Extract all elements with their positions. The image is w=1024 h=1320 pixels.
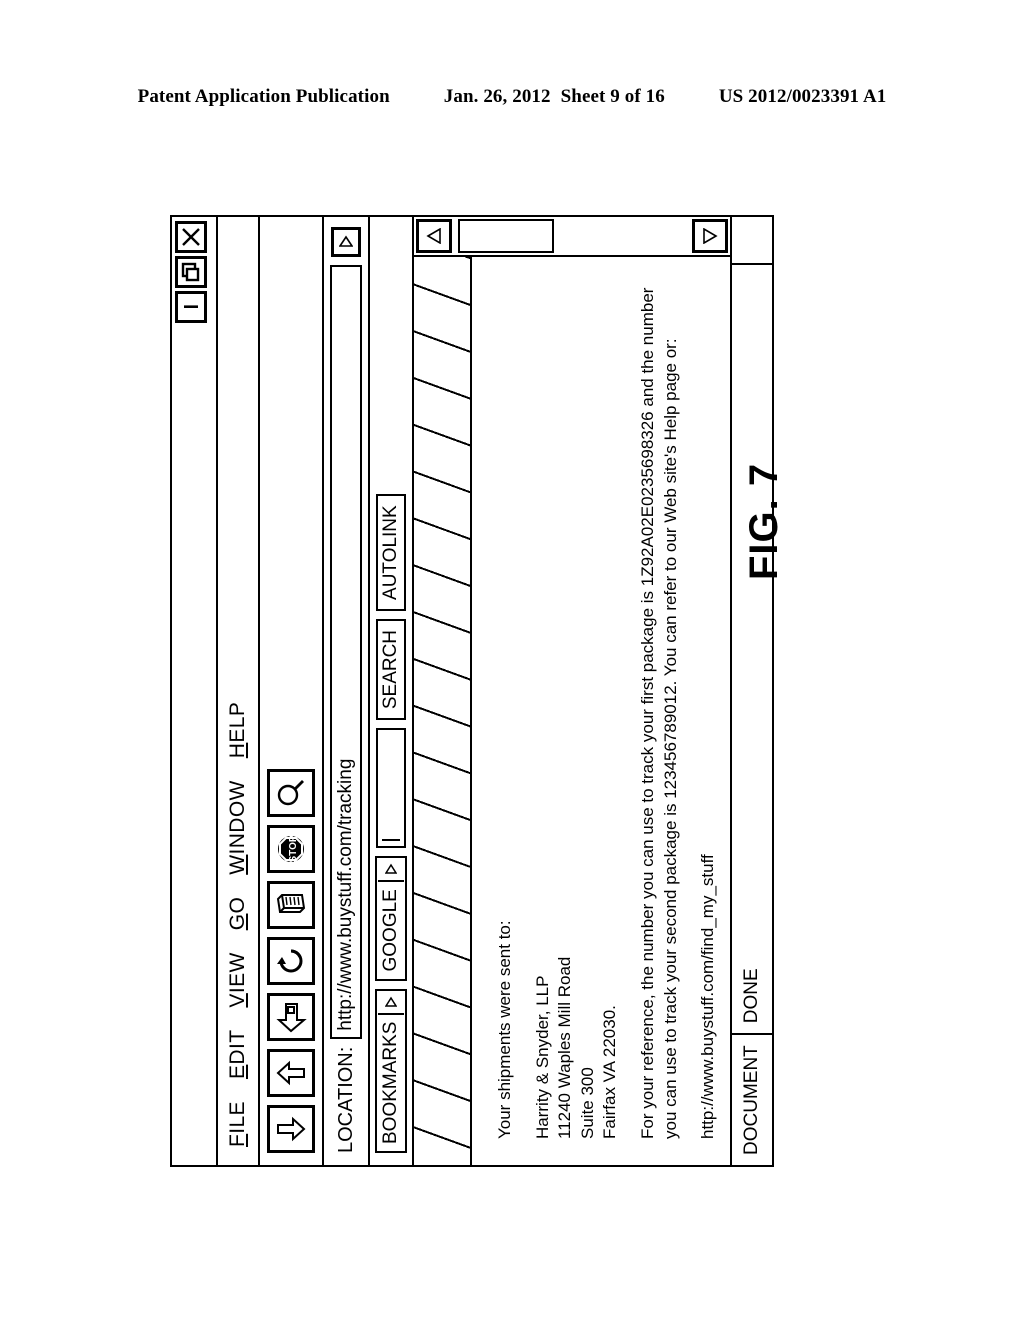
figure-caption: FIG. 7 [742,462,786,580]
reload-button[interactable] [267,937,315,985]
menu-accel: F [226,1133,249,1147]
menu-item-go[interactable]: GO [226,897,250,931]
search-button[interactable]: SEARCH [376,618,406,721]
status-done-label: DONE [732,263,772,1034]
restore-button[interactable] [175,256,207,288]
status-document-label: DOCUMENT [732,1033,772,1165]
browser-window: FILE EDIT VIEW GO WINDOW HELP STOP LOCAT… [170,215,774,1167]
patent-sheet-label: Sheet 9 of 16 [560,86,665,107]
menu-accel: E [226,1064,249,1080]
menu-item-edit[interactable]: EDIT [226,1030,250,1079]
svg-text:STOP: STOP [288,835,299,862]
status-resize-grip[interactable] [732,217,772,263]
text-caret [382,839,400,842]
bookmarks-label: BOOKMARKS [380,1021,401,1144]
close-icon [182,228,200,246]
menubar: FILE EDIT VIEW GO WINDOW HELP [218,217,260,1165]
menu-rest: O [226,896,249,914]
menu-rest: ILE [226,1101,249,1134]
tracking-numbers-paragraph: For your reference, the number you can u… [638,287,680,1139]
patent-date-label: Jan. 26, 2012 [443,86,551,107]
menu-rest: DIT [226,1029,249,1065]
autolink-button[interactable]: AUTOLINK [376,494,406,611]
figure-rotor: FILE EDIT VIEW GO WINDOW HELP STOP LOCAT… [170,215,774,1167]
address-line: 11240 Waples Mill Road [555,956,575,1139]
shipment-intro-text: Your shipments were sent to: [495,920,514,1139]
minimize-button[interactable] [175,291,207,323]
browser-toolbar: STOP [260,217,324,1165]
scroll-down-button[interactable] [692,219,728,253]
menu-item-window[interactable]: WINDOW [226,780,250,875]
bookmarks-chevron-icon [378,990,404,1015]
browser-viewport: Your shipments were sent to: Harrity & S… [414,217,732,1165]
browser-titlebar [172,217,218,1165]
print-button[interactable] [267,881,315,929]
stop-icon: STOP [278,835,304,863]
stop-button[interactable]: STOP [267,825,315,873]
figure-stage: FILE EDIT VIEW GO WINDOW HELP STOP LOCAT… [170,215,774,1167]
scrollbar-thumb[interactable] [458,219,554,253]
home-button[interactable] [267,993,315,1041]
triangle-up-icon [426,228,441,244]
google-chevron-icon [378,858,404,883]
patent-number-label: US 2012/0023391 A1 [718,86,887,107]
google-dropdown[interactable]: GOOGLE [375,856,407,981]
up-arrow-icon [276,1060,305,1086]
menu-rest: INDOW [226,780,249,855]
restore-icon [181,262,200,282]
home-arrow-icon [276,1003,307,1033]
magnifier-icon [277,780,304,806]
menu-accel: V [226,993,249,1008]
menu-accel: W [226,854,249,875]
bookmarks-bar: BOOKMARKS GOOGLE SEARCH AUTOLINK [370,217,414,1165]
content-column: Your shipments were sent to: Harrity & S… [414,257,730,1165]
triangle-down-icon [703,228,718,244]
vertical-scrollbar[interactable] [414,217,730,257]
google-label: GOOGLE [380,889,401,972]
close-button[interactable] [175,221,207,253]
bookmarks-dropdown[interactable]: BOOKMARKS [375,988,407,1153]
chevron-right-icon [339,235,353,247]
address-line: Fairfax VA 22030. [600,1005,620,1139]
address-line: Suite 300 [577,1067,597,1139]
menu-accel: G [226,913,249,931]
menu-rest: IEW [226,952,249,994]
find-button[interactable] [267,769,315,817]
window-controls [175,221,207,323]
menu-item-file[interactable]: FILE [226,1101,250,1147]
back-button[interactable] [267,1105,315,1153]
url-dropdown-button[interactable] [331,227,361,257]
address-line: Harrity & Snyder, LLP [532,975,552,1139]
menu-accel: H [226,742,249,759]
help-page-link[interactable]: http://www.buystuff.com/find_my_stuff [697,283,720,1139]
down-arrow-icon [277,1116,306,1142]
forward-button[interactable] [267,1049,315,1097]
advertisement-banner[interactable] [414,257,472,1165]
patent-publication-label: Patent Application Publication [137,86,390,107]
recipient-address: Harrity & Snyder, LLP 11240 Waples Mill … [532,283,622,1139]
menu-rest: ELP [226,701,249,743]
patent-header: Patent Application Publication Jan. 26, … [0,86,1024,108]
scroll-up-button[interactable] [416,219,452,253]
scrollbar-track[interactable] [454,219,690,253]
minimize-icon [184,305,198,308]
menu-item-view[interactable]: VIEW [226,952,250,1007]
menu-item-help[interactable]: HELP [226,702,250,758]
search-input[interactable] [376,728,406,849]
status-bar: DOCUMENT DONE [732,217,772,1165]
print-icon [276,894,306,913]
location-bar: LOCATION: http://www.buystuff.com/tracki… [324,217,370,1165]
page-content: Your shipments were sent to: Harrity & S… [472,257,730,1165]
location-label: LOCATION: [334,1046,357,1153]
url-input[interactable]: http://www.buystuff.com/tracking [330,265,362,1039]
reload-icon [277,949,303,973]
